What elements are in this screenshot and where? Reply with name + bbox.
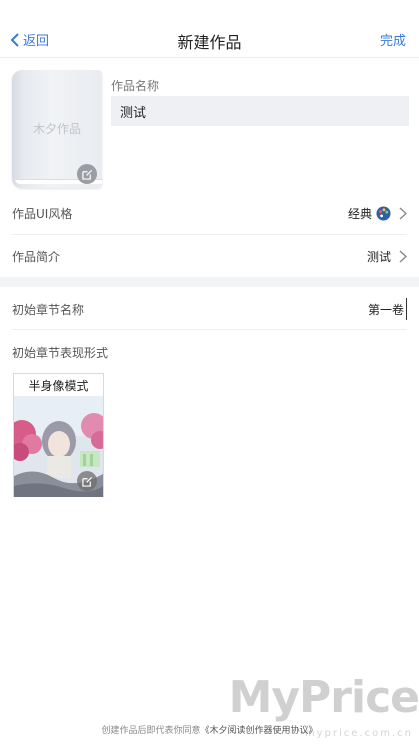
cover-image[interactable]: 木夕作品 [12, 70, 102, 188]
palette-icon [376, 205, 391, 221]
ui-style-label: 作品UI风格 [12, 206, 73, 221]
work-name-label: 作品名称 [111, 79, 160, 93]
mode-preview-image [14, 396, 103, 497]
work-name-input[interactable] [111, 96, 409, 126]
done-button[interactable]: 完成 [380, 30, 406, 49]
watermark: MyPrice [228, 672, 419, 723]
divider [12, 329, 407, 330]
chapter-name-label: 初始章节名称 [12, 303, 85, 317]
ui-style-value-group: 经典 [348, 205, 407, 222]
chapter-mode-label: 初始章节表现形式 [12, 346, 109, 360]
agreement-text: 创建作品后即代表你同意 [101, 726, 201, 736]
agreement-link[interactable]: 《木夕阅读创作器使用协议》 [201, 726, 318, 736]
intro-value-group: 测试 [367, 248, 407, 265]
edit-icon [81, 476, 92, 487]
divider [12, 234, 407, 235]
half-body-mode-card[interactable]: 半身像模式 [13, 373, 104, 497]
section-separator [0, 277, 419, 287]
chapter-name-input[interactable] [287, 298, 407, 320]
ui-style-value: 经典 [347, 206, 372, 221]
nav-bar: 返回 新建作品 完成 [0, 0, 419, 58]
edit-icon [81, 169, 92, 180]
mode-edit-button[interactable] [77, 471, 97, 491]
chevron-right-icon [399, 249, 407, 263]
intro-value: 测试 [366, 249, 391, 264]
cover-placeholder-text: 木夕作品 [32, 122, 81, 136]
chevron-right-icon [399, 206, 407, 220]
intro-label: 作品简介 [12, 249, 61, 264]
page-title: 新建作品 [177, 33, 242, 52]
agreement-footer: 创建作品后即代表你同意《木夕阅读创作器使用协议》 [0, 723, 419, 736]
cover-edit-button[interactable] [77, 164, 97, 184]
ui-style-row[interactable]: 作品UI风格 经典 [12, 193, 407, 233]
mode-card-title: 半身像模式 [28, 379, 89, 393]
intro-row[interactable]: 作品简介 测试 [12, 236, 407, 276]
